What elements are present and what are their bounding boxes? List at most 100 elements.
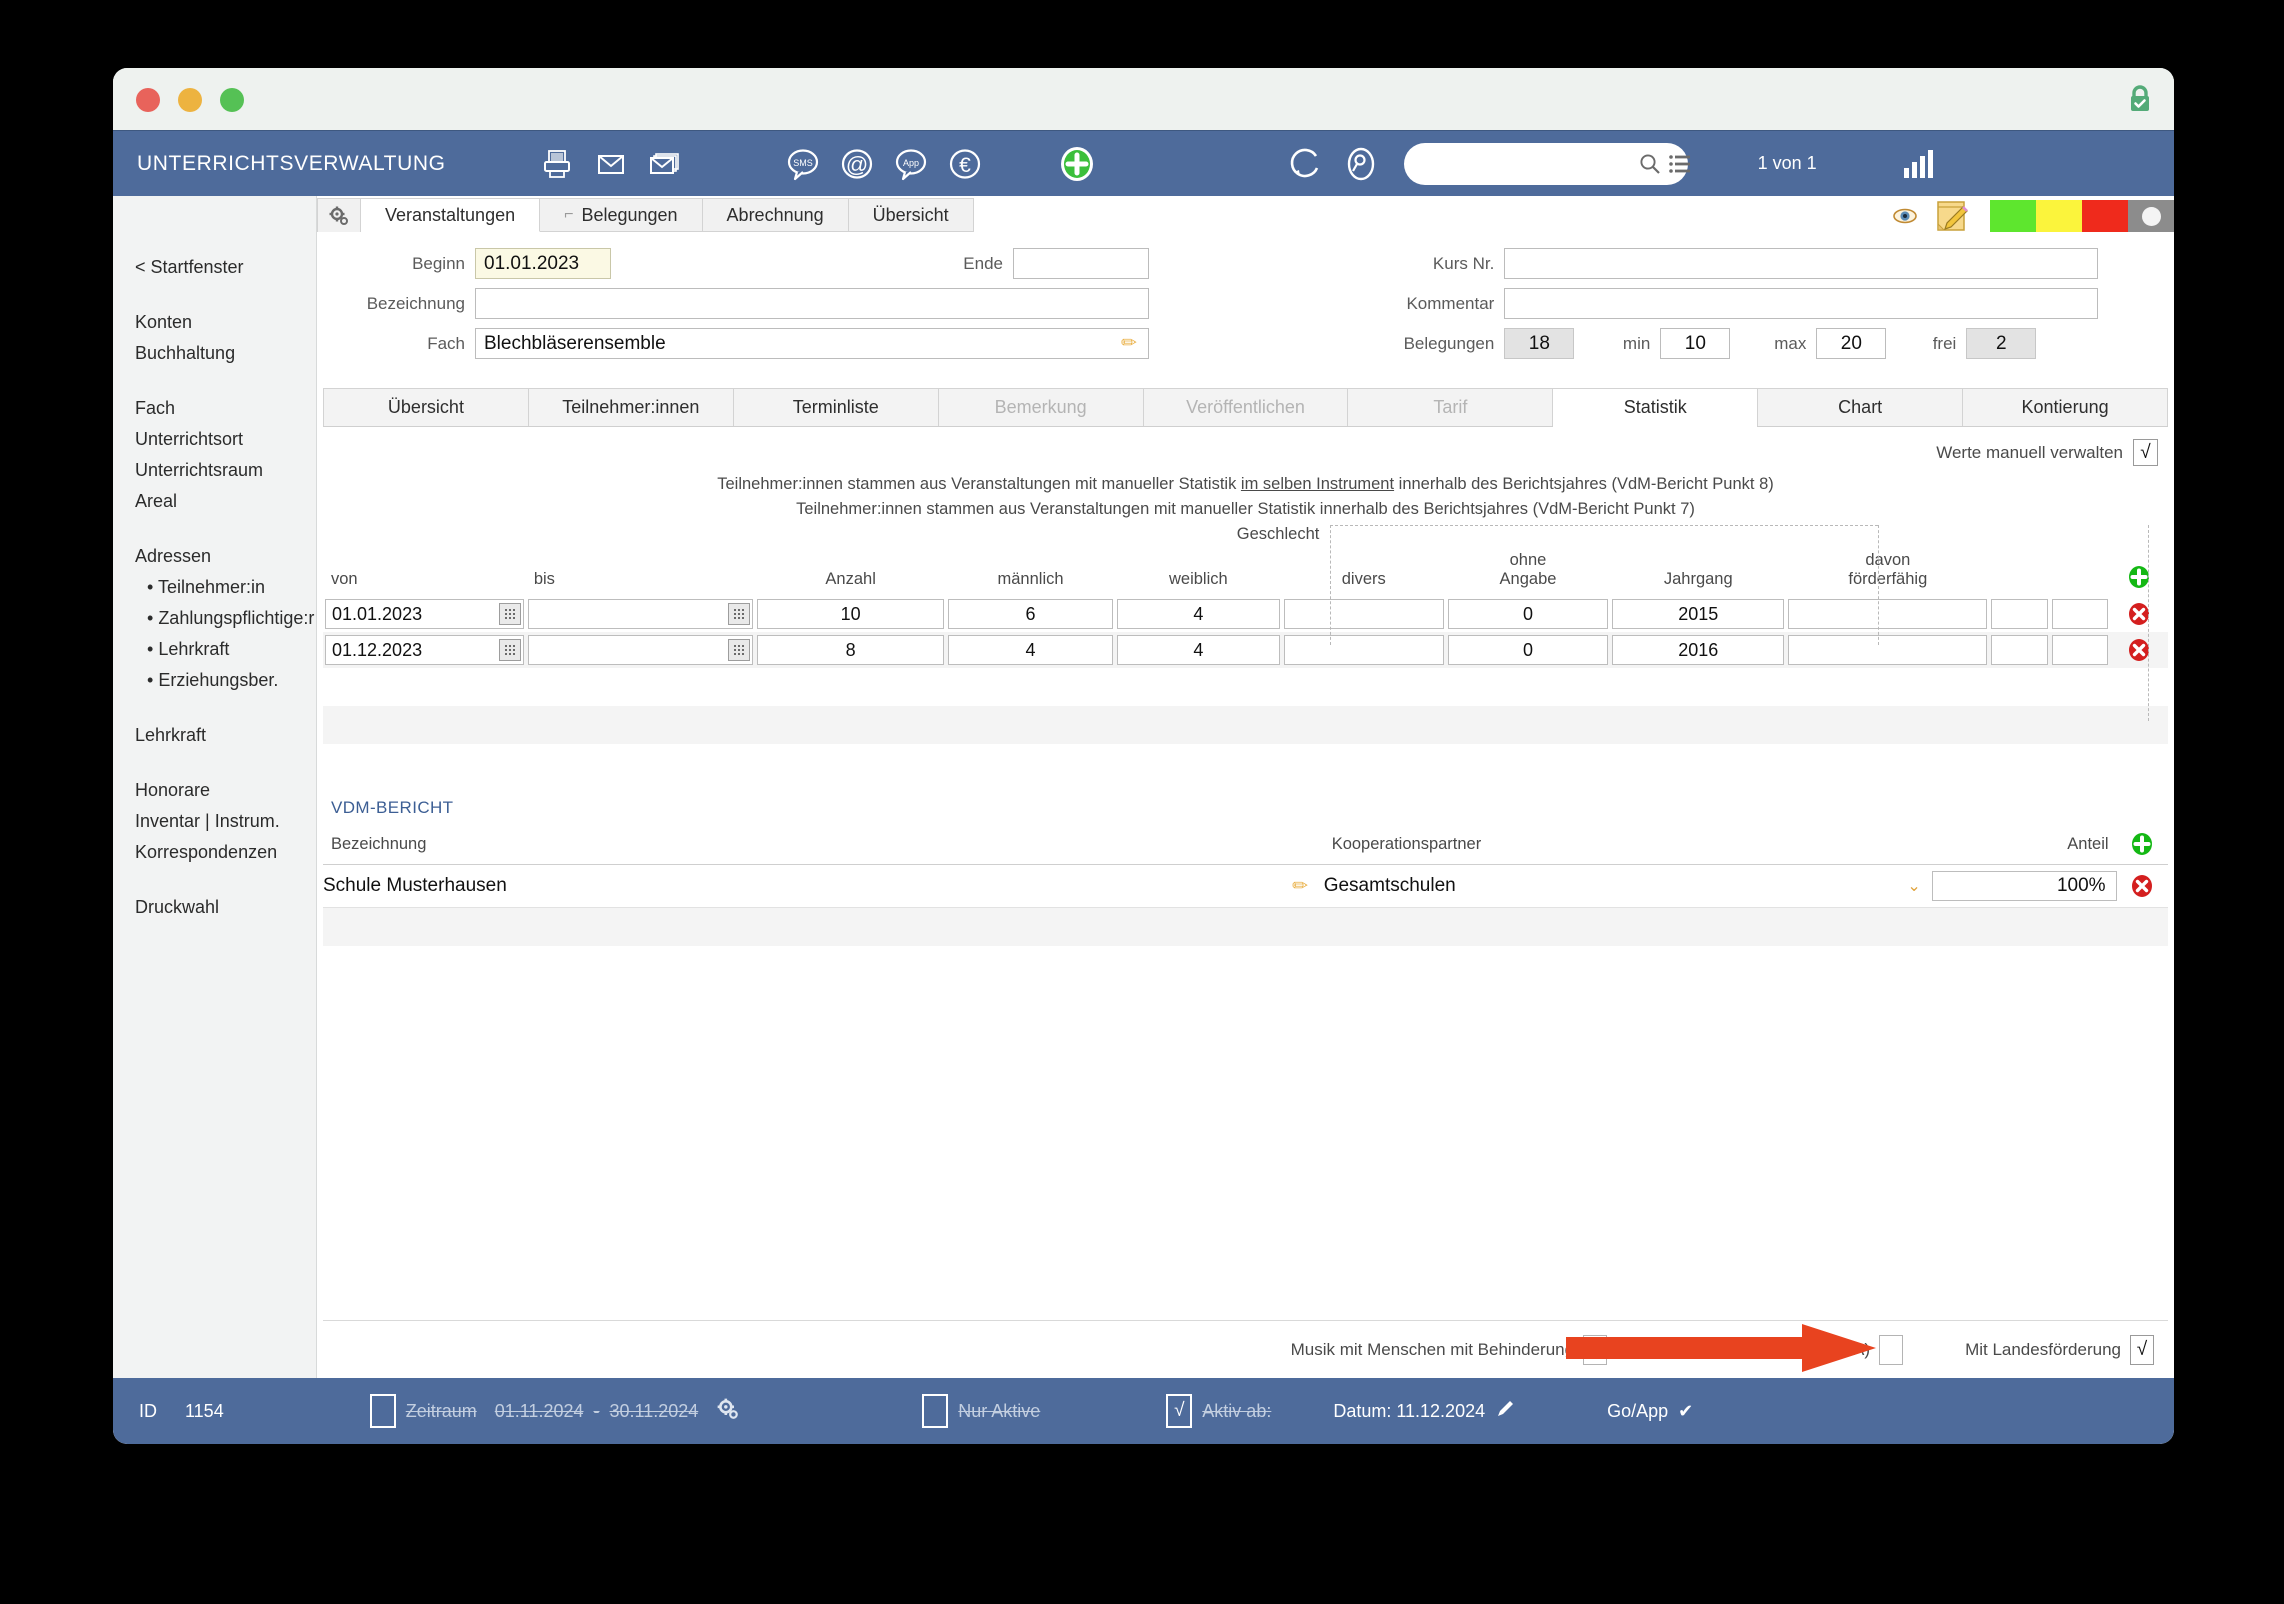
sidebar-item-lehrkraft-sub[interactable]: Lehrkraft	[113, 634, 316, 665]
tab-belegungen[interactable]: ⌐ Belegungen	[540, 198, 703, 232]
status-swatch-green[interactable]	[1990, 200, 2036, 232]
add-row-icon[interactable]	[2117, 832, 2168, 856]
row0-divers-input[interactable]	[1283, 599, 1444, 629]
max-input[interactable]	[1816, 328, 1887, 359]
vdm-bezeichnung-value[interactable]: Schule Musterhausen	[323, 864, 1277, 908]
sidebar-item-buchhaltung[interactable]: Buchhaltung	[113, 338, 316, 369]
row0-ohneangabe-input[interactable]	[1447, 599, 1609, 629]
add-row-icon[interactable]	[2110, 565, 2168, 589]
sidebar-item-honorare[interactable]: Honorare	[113, 775, 316, 806]
delete-row-icon[interactable]	[2117, 874, 2168, 898]
min-input[interactable]	[1660, 328, 1731, 359]
row0-extra2-input[interactable]	[2051, 599, 2108, 629]
sidebar-item-konten[interactable]: Konten	[113, 307, 316, 338]
tab-abrechnung[interactable]: Abrechnung	[702, 198, 849, 232]
sidebar-item-erziehungsber[interactable]: Erziehungsber.	[113, 665, 316, 696]
add-plus-icon[interactable]	[1050, 136, 1104, 192]
table-row[interactable]	[323, 632, 2168, 668]
zeitraum-checkbox[interactable]	[369, 1394, 396, 1428]
sidebar-item-unterrichtsort[interactable]: Unterrichtsort	[113, 424, 316, 455]
sms-bubble-icon[interactable]: SMS	[776, 136, 830, 192]
table-row[interactable]	[323, 596, 2168, 632]
row1-bis-input[interactable]	[527, 635, 754, 665]
row0-maennlich-input[interactable]	[948, 599, 1114, 629]
delete-row-icon[interactable]	[2112, 602, 2166, 626]
print-icon[interactable]	[530, 136, 584, 192]
tab-uebersicht[interactable]: Übersicht	[323, 388, 529, 426]
row0-bis-calendar-icon[interactable]	[728, 603, 751, 625]
row0-bis-input[interactable]	[527, 599, 754, 629]
row1-ohneangabe-input[interactable]	[1447, 635, 1609, 665]
row1-von-input[interactable]	[325, 635, 524, 665]
row1-jahrgang-input[interactable]	[1612, 635, 1785, 665]
eye-icon[interactable]	[1892, 205, 1918, 227]
row1-extra1-input[interactable]	[1991, 635, 2048, 665]
table-row[interactable]: Schule Musterhausen ✏ Gesamtschulen ⌄ 10…	[323, 864, 2168, 908]
nur-aktive-checkbox[interactable]	[922, 1394, 949, 1428]
vdm-bezeichnung-pencil[interactable]: ✏	[1276, 864, 1324, 908]
tab-kontierung[interactable]: Kontierung	[1963, 388, 2169, 426]
status-goapp-group[interactable]: Go/App ✔	[1607, 1401, 1693, 1422]
row0-von-calendar-icon[interactable]	[498, 603, 521, 625]
check-landesfoerderung-box[interactable]: √	[2130, 1334, 2154, 1365]
close-button[interactable]	[136, 88, 160, 112]
row1-divers-input[interactable]	[1283, 635, 1444, 665]
row0-foerderfaehig-input[interactable]	[1788, 599, 1988, 629]
check-musik-behinderung-box[interactable]	[1583, 1334, 1608, 1365]
kommentar-input[interactable]	[1504, 288, 2099, 319]
tab-terminliste[interactable]: Terminliste	[733, 388, 939, 426]
row1-foerderfaehig-input[interactable]	[1788, 635, 1988, 665]
sidebar-item-korrespondenzen[interactable]: Korrespondenzen	[113, 837, 316, 868]
aktiv-ab-checkbox[interactable]: √	[1166, 1394, 1193, 1428]
sidebar-item-zahlungspflichtiger[interactable]: Zahlungspflichtige:r	[113, 603, 316, 634]
tab-statistik[interactable]: Statistik	[1553, 388, 1759, 427]
kursnr-input[interactable]	[1504, 248, 2099, 279]
zoom-button[interactable]	[220, 88, 244, 112]
refresh-icon[interactable]	[1280, 136, 1334, 192]
search-icon[interactable]	[1639, 153, 1661, 175]
tab-veranstaltungen[interactable]: Veranstaltungen	[361, 198, 541, 232]
row0-jahrgang-input[interactable]	[1612, 599, 1785, 629]
sidebar-item-unterrichtsraum[interactable]: Unterrichtsraum	[113, 455, 316, 486]
find-icon[interactable]	[1334, 136, 1388, 192]
sidebar-item-druckwahl[interactable]: Druckwahl	[113, 892, 316, 923]
minimize-button[interactable]	[178, 88, 202, 112]
manual-values-checkbox[interactable]: √	[2133, 439, 2158, 466]
row0-extra1-input[interactable]	[1991, 599, 2048, 629]
mail-icon[interactable]	[584, 136, 638, 192]
sidebar-item-areal[interactable]: Areal	[113, 486, 316, 517]
signal-bars-icon[interactable]	[1891, 136, 1945, 192]
sidebar-item-fach[interactable]: Fach	[113, 393, 316, 424]
gear-icon[interactable]	[716, 1397, 740, 1426]
row1-extra2-input[interactable]	[2051, 635, 2108, 665]
ende-input[interactable]	[1013, 248, 1149, 279]
row0-weiblich-input[interactable]	[1117, 599, 1280, 629]
status-swatch-gray[interactable]	[2128, 200, 2174, 232]
tab-chart[interactable]: Chart	[1758, 388, 1964, 426]
sidebar-item-adressen[interactable]: Adressen	[113, 541, 316, 572]
vdm-anteil-value[interactable]: 100%	[1932, 871, 2117, 901]
delete-row-icon[interactable]	[2112, 638, 2166, 662]
row1-weiblich-input[interactable]	[1117, 635, 1280, 665]
tab-uebersicht-top[interactable]: Übersicht	[848, 198, 974, 232]
mail-multiple-icon[interactable]	[638, 136, 692, 192]
check-studienvorbereitung-box[interactable]	[1879, 1334, 1904, 1365]
beginn-input[interactable]	[475, 248, 611, 279]
app-bubble-icon[interactable]: App	[884, 136, 938, 192]
status-swatch-red[interactable]	[2082, 200, 2128, 232]
row1-von-calendar-icon[interactable]	[498, 639, 521, 661]
row0-anzahl-input[interactable]	[757, 599, 945, 629]
search-input[interactable]	[1403, 142, 1639, 185]
row1-maennlich-input[interactable]	[948, 635, 1114, 665]
list-icon[interactable]	[1668, 154, 1691, 173]
vdm-partner-value[interactable]: Gesamtschulen	[1323, 864, 1896, 908]
sidebar-item-lehrkraft[interactable]: Lehrkraft	[113, 720, 316, 751]
row1-anzahl-input[interactable]	[757, 635, 945, 665]
fach-input[interactable]	[475, 328, 1149, 359]
search-box[interactable]	[1403, 142, 1691, 185]
pencil-icon[interactable]	[1495, 1399, 1515, 1424]
sidebar-back-startfenster[interactable]: < Startfenster	[113, 252, 316, 283]
note-edit-icon[interactable]	[1934, 199, 1968, 233]
status-swatch-yellow[interactable]	[2036, 200, 2082, 232]
bezeichnung-input[interactable]	[475, 288, 1149, 319]
